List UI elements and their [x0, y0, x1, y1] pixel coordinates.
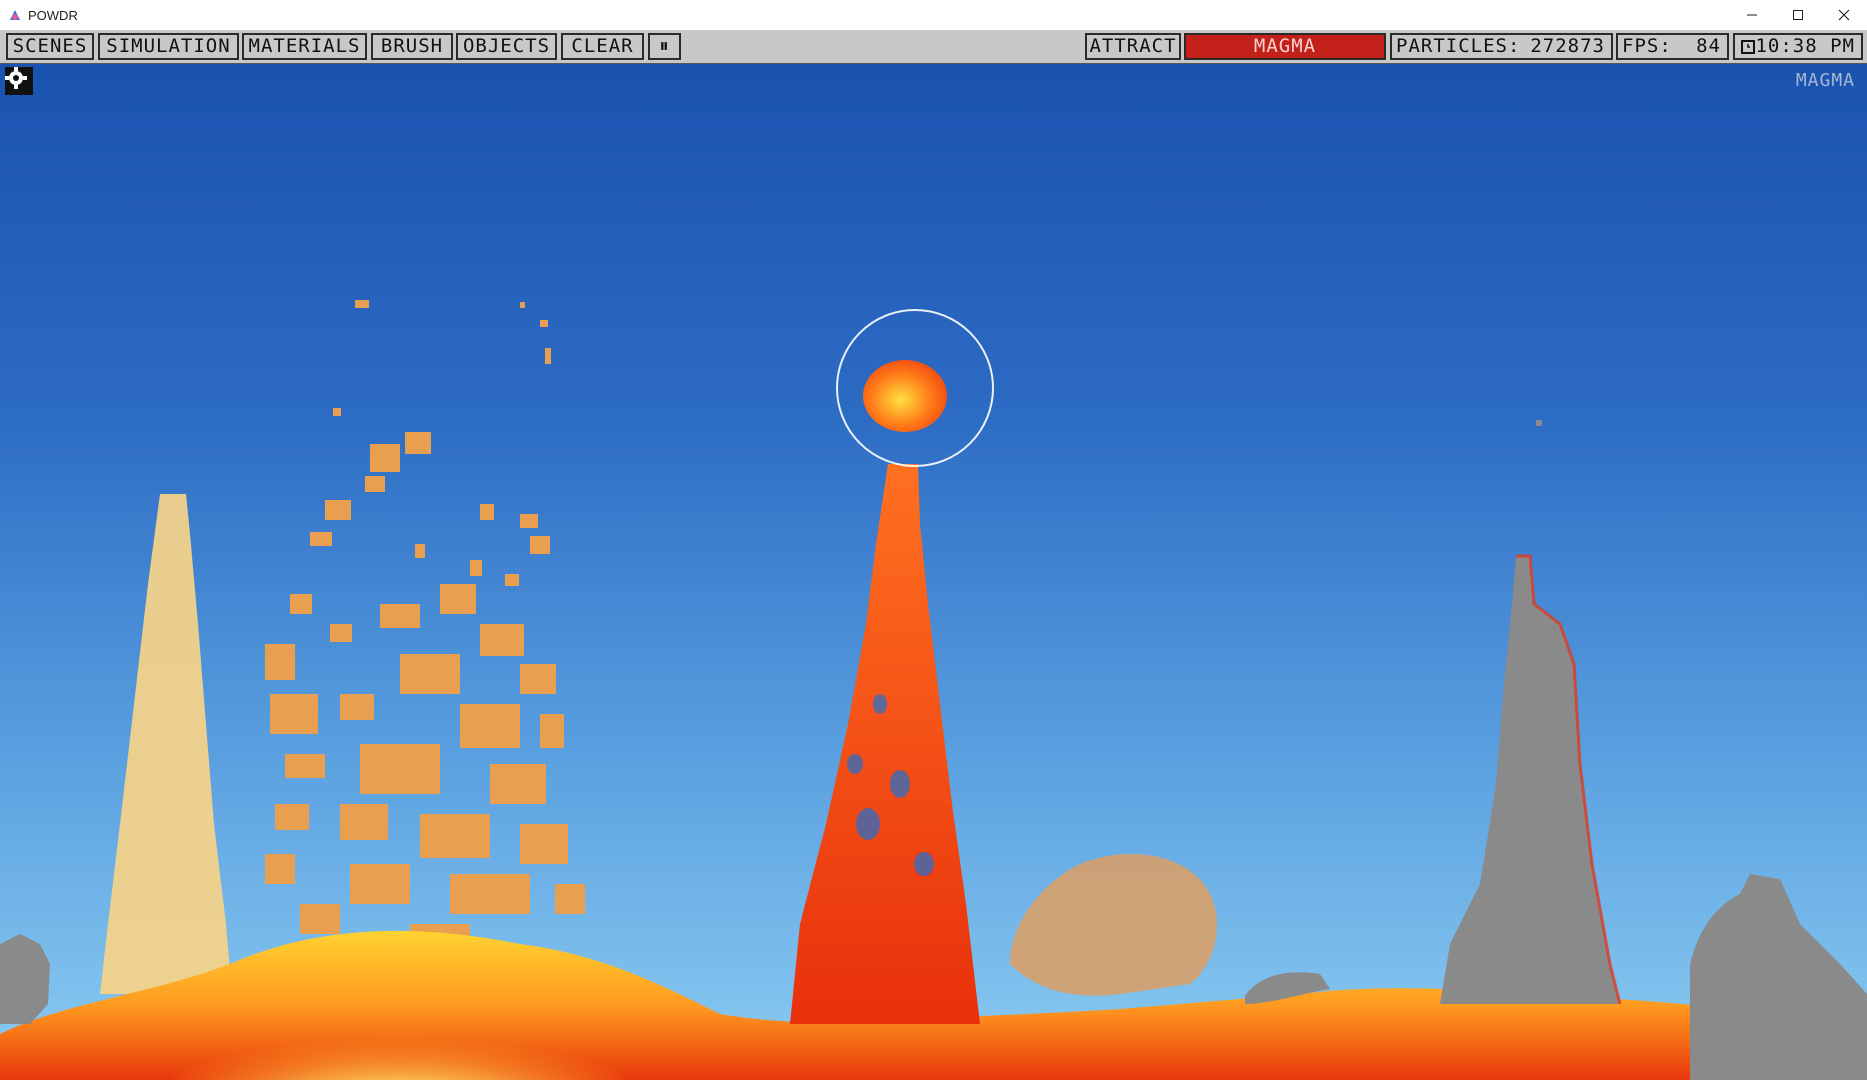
- clear-button[interactable]: CLEAR: [561, 33, 644, 60]
- simulation-scene: [0, 300, 1867, 1080]
- brush-mode-toggle[interactable]: ATTRACT: [1085, 33, 1181, 60]
- particles-label: PARTICLES:: [1396, 35, 1521, 57]
- window-titlebar: POWDR: [0, 0, 1867, 30]
- materials-menu-button[interactable]: MATERIALS: [242, 33, 367, 60]
- magma-blob: [863, 360, 947, 432]
- maximize-button[interactable]: [1775, 0, 1821, 30]
- pause-icon: ⏸: [659, 35, 670, 57]
- minimize-button[interactable]: [1729, 0, 1775, 30]
- minimize-icon: [1747, 14, 1757, 16]
- window-controls: [1729, 0, 1867, 30]
- stone-mound: [1690, 874, 1867, 1080]
- material-overlay-label: MAGMA: [1795, 70, 1855, 91]
- simulation-canvas[interactable]: MAGMA: [0, 64, 1867, 1080]
- clock-time: 10:38 PM: [1755, 35, 1855, 57]
- scenes-menu-button[interactable]: SCENES: [6, 33, 94, 60]
- pause-button[interactable]: ⏸: [648, 33, 681, 60]
- close-button[interactable]: [1821, 0, 1867, 30]
- stone-fragment-left: [0, 934, 50, 1024]
- powdr-app-icon: [10, 10, 20, 20]
- gear-icon: [5, 67, 27, 89]
- clock-display: 10:38 PM: [1733, 33, 1863, 60]
- magma-plume: [790, 464, 980, 1024]
- maximize-icon: [1793, 10, 1803, 20]
- simulation-menu-button[interactable]: SIMULATION: [98, 33, 239, 60]
- particles-value: 272873: [1530, 35, 1605, 57]
- game-toolbar: SCENES SIMULATION MATERIALS BRUSH OBJECT…: [0, 30, 1867, 64]
- fps-value: 84: [1696, 35, 1721, 57]
- powder-particles: [265, 300, 585, 954]
- stone-pillar: [1440, 556, 1620, 1004]
- powder-mound: [1010, 854, 1218, 996]
- clock-icon: [1741, 40, 1755, 54]
- brush-menu-button[interactable]: BRUSH: [371, 33, 453, 60]
- settings-button[interactable]: [5, 67, 33, 95]
- selected-material-button[interactable]: MAGMA: [1184, 33, 1386, 60]
- speck: [1536, 420, 1542, 426]
- objects-menu-button[interactable]: OBJECTS: [456, 33, 557, 60]
- fps-label: FPS:: [1622, 35, 1672, 57]
- fps-counter: FPS: 84: [1616, 33, 1729, 60]
- close-icon: [1838, 9, 1850, 21]
- window-title: POWDR: [28, 7, 78, 23]
- sand-pillar: [100, 494, 232, 994]
- particles-counter: PARTICLES: 272873: [1390, 33, 1613, 60]
